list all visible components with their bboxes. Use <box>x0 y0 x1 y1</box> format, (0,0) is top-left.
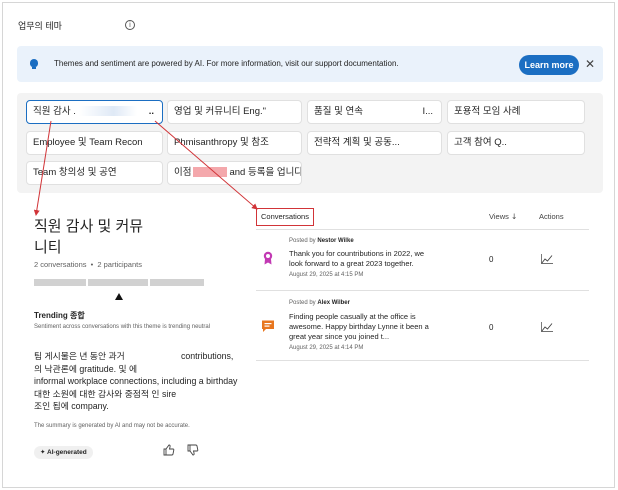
theme-chip-label: 고객 참여 Q.. <box>454 137 507 148</box>
posted-by: Posted by Alex Wilber <box>289 300 350 306</box>
sentiment-bar-segment <box>150 279 204 286</box>
theme-chip-sales-community[interactable]: 영업 및 커뮤니티 Eng." <box>167 100 302 124</box>
actions-column-header: Actions <box>539 212 564 221</box>
view-count: 0 <box>489 255 494 264</box>
theme-chip-label: 품질 및 연속 <box>314 106 363 117</box>
lightbulb-icon <box>30 59 38 69</box>
analytics-chart-icon[interactable] <box>541 254 553 264</box>
thumbs-down-icon[interactable] <box>187 444 199 456</box>
conversation-text: Finding people casually at the office is… <box>289 312 429 341</box>
trending-label: Trending 종합 <box>34 311 85 320</box>
truncation-fade <box>78 106 137 117</box>
conversation-date: August 29, 2025 at 4:14 PM <box>289 345 364 351</box>
sentiment-marker-icon <box>115 293 123 300</box>
conversation-text: Thank you for countributions in 2022, we… <box>289 249 425 268</box>
banner-text: Themes and sentiment are powered by AI. … <box>54 59 399 68</box>
ai-generated-badge: ✦ AI-generated <box>34 446 93 459</box>
sort-arrow-down-icon: ↓ <box>510 212 518 221</box>
theme-chip-label: 직원 감사 . <box>33 106 76 117</box>
thumbs-up-icon[interactable] <box>163 444 175 456</box>
header-row: 업무의 테마 <box>18 19 62 32</box>
theme-chip-label: Phmisanthropy 및 참조 <box>174 137 269 148</box>
theme-chip-inclusive-gatherings[interactable]: 포용적 모임 사례 <box>447 100 585 124</box>
summary-line: 대한 소원에 대한 감사와 중점적 인 sire <box>34 388 177 399</box>
theme-chip-customer-engagement[interactable]: 고객 참여 Q.. <box>447 131 585 155</box>
theme-chip-label: Employee 및 Team Recon <box>33 137 143 148</box>
ai-summary: 팀 게시물은 년 동안 과거 contributions, 의 낙관론에 grat… <box>34 350 244 413</box>
conversation-date: August 29, 2025 at 4:15 PM <box>289 272 364 278</box>
view-count: 0 <box>489 323 494 332</box>
row-divider <box>256 290 589 291</box>
header-divider <box>256 229 589 230</box>
theme-chip-benefits[interactable]: 이점 and 등록을 업니다." <box>167 161 302 185</box>
close-icon[interactable]: ✕ <box>585 56 595 72</box>
theme-chip-strategic-planning[interactable]: 전략적 계획 및 공동... <box>307 131 442 155</box>
theme-chip-label: 영업 및 커뮤니티 Eng." <box>174 106 267 117</box>
meta-separator: • <box>90 260 94 269</box>
summary-line: informal workplace connections, includin… <box>34 376 238 387</box>
theme-chip-philanthropy[interactable]: Phmisanthropy 및 참조 <box>167 131 302 155</box>
sentiment-bar-segment <box>88 279 148 286</box>
theme-chip-quality[interactable]: 품질 및 연속 I... <box>307 100 442 124</box>
views-column-header[interactable]: Views ↓ <box>489 212 517 221</box>
sentiment-bar-segment <box>34 279 86 286</box>
summary-line: 의 낙관론에 gratitude. 및 에 <box>34 363 138 374</box>
theme-chip-ellipsis: I... <box>422 106 433 117</box>
sparkle-icon: ✦ <box>40 448 46 456</box>
theme-chip-label: 포용적 모임 사례 <box>454 106 521 117</box>
theme-chip-label: 이점 <box>174 167 192 178</box>
chat-bubble-icon <box>262 320 274 332</box>
themes-panel: 직원 감사 . .. 영업 및 커뮤니티 Eng." 품질 및 연속 I... … <box>17 93 603 193</box>
theme-chip-employee-team-recognition[interactable]: Employee 및 Team Recon <box>26 131 163 155</box>
ai-disclaimer: The summary is generated by AI and may n… <box>34 423 190 429</box>
participant-count: 2 participants <box>97 260 142 269</box>
theme-detail-title: 직원 감사 및 커뮤니티 <box>34 218 144 256</box>
app-window: 업무의 테마 i Themes and sentiment are powere… <box>2 2 615 488</box>
ai-info-banner: Themes and sentiment are powered by AI. … <box>17 46 603 82</box>
summary-line: 팀 게시물은 년 동안 과거 contributions, <box>34 351 234 361</box>
theme-chip-ellipsis: .. <box>148 106 154 117</box>
summary-line: 조인 됩에 company. <box>34 401 109 412</box>
theme-chip-label: 전략적 계획 및 공동... <box>314 137 400 148</box>
redaction-highlight <box>193 167 228 178</box>
trending-description: Sentiment across conversations with this… <box>34 324 211 330</box>
tab-conversations[interactable]: Conversations <box>256 208 314 226</box>
posted-by: Posted by Nestor Wilke <box>289 238 354 244</box>
theme-chip-label-rest: and 등록을 업니다." <box>229 167 302 178</box>
author-name: Nestor Wilke <box>317 238 354 244</box>
page-title: 업무의 테마 <box>18 21 62 31</box>
row-divider <box>256 360 589 361</box>
conversation-count: 2 conversations <box>34 260 87 269</box>
author-name: Alex Wilber <box>317 300 350 306</box>
analytics-chart-icon[interactable] <box>541 322 553 332</box>
theme-chip-team-creativity[interactable]: Team 창의성 및 공연 <box>26 161 163 185</box>
learn-more-button[interactable]: Learn more <box>519 55 579 75</box>
theme-chip-employee-appreciation[interactable]: 직원 감사 . .. <box>26 100 163 124</box>
award-ribbon-icon <box>263 251 273 265</box>
theme-chip-label: Team 창의성 및 공연 <box>33 167 117 178</box>
theme-detail-meta: 2 conversations • 2 participants <box>34 260 142 269</box>
info-icon[interactable]: i <box>125 20 135 30</box>
